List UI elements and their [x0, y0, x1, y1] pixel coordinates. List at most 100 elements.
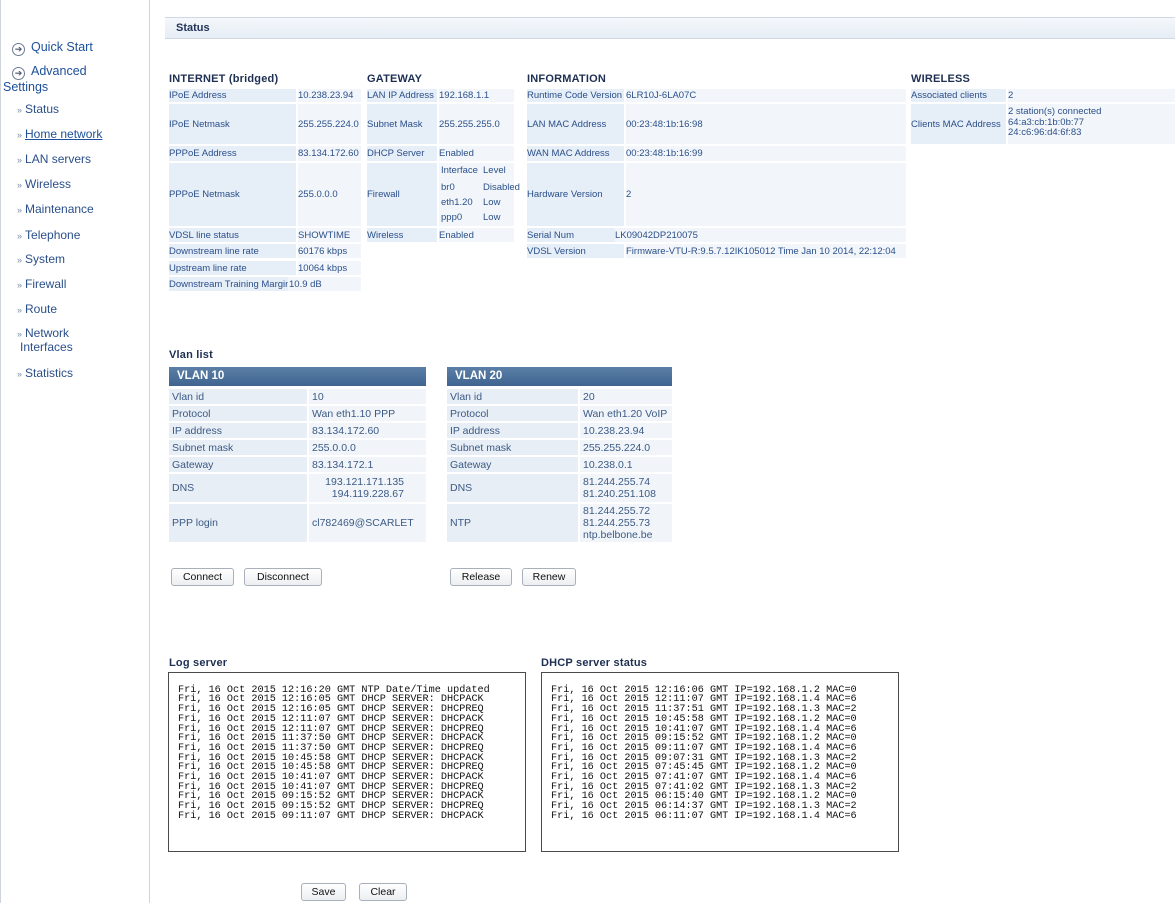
clear-button[interactable]: Clear	[359, 883, 407, 901]
sidebar-item-home-network[interactable]: » Home network	[1, 127, 149, 141]
dhcp-status-textarea[interactable]: Fri, 16 Oct 2015 12:16:06 GMT IP=192.168…	[541, 672, 899, 852]
double-chevron-icon: »	[17, 180, 23, 190]
vlan-list-title: Vlan list	[169, 349, 213, 361]
vlan20-ntp-3: ntp.belbone.be	[583, 529, 653, 541]
fw-head-interface: Interface	[441, 165, 478, 176]
associated-clients-label: Associated clients	[911, 89, 1006, 102]
page-title: Status	[176, 22, 210, 34]
vlan10-label: Vlan id	[169, 389, 307, 404]
sidebar-advanced-settings[interactable]: ➔ Advanced Settings	[1, 64, 149, 94]
fw-row-iface: ppp0	[441, 212, 463, 223]
lan-mac-value: 00:23:48:1b:16:98	[626, 104, 906, 144]
firewall-label: Firewall	[367, 163, 437, 226]
vlan10-header: VLAN 10	[169, 367, 426, 386]
vlan10-label: Subnet mask	[169, 440, 307, 455]
sidebar-item-firewall[interactable]: » Firewall	[1, 277, 149, 291]
double-chevron-icon: »	[17, 369, 23, 379]
sidebar-item-label: Statistics	[25, 366, 74, 380]
wireless-section-title: WIRELESS	[911, 73, 971, 85]
clients-mac-line: 24:c6:96:d4:6f:83	[1008, 127, 1082, 138]
gateway-section-title: GATEWAY	[367, 73, 423, 85]
wireless-label: Wireless	[367, 228, 437, 242]
vlan20-dns-2: 81.240.251.108	[583, 488, 656, 500]
clients-mac-value: 2 station(s) connected 64:a3:cb:1b:0b:77…	[1008, 104, 1175, 144]
wireless-value: Enabled	[439, 228, 514, 242]
vlan10-dns-1: 193.121.171.135	[325, 476, 404, 488]
log-server-textarea[interactable]: Fri, 16 Oct 2015 12:16:20 GMT NTP Date/T…	[168, 672, 526, 852]
hardware-version-label: Hardware Version	[527, 163, 624, 226]
sidebar-item-route[interactable]: » Route	[1, 302, 149, 316]
double-chevron-icon: »	[17, 205, 23, 215]
lan-mac-label: LAN MAC Address	[527, 104, 624, 144]
sidebar-item-label: Route	[25, 302, 58, 316]
sidebar-item-wireless[interactable]: » Wireless	[1, 177, 149, 191]
page-header: Status	[165, 17, 1175, 39]
information-section-title: INFORMATION	[527, 73, 606, 85]
sidebar-item-label: Telephone	[25, 228, 81, 242]
sidebar-item-lan-servers[interactable]: » LAN servers	[1, 152, 149, 166]
ipoe-netmask-label: IPoE Netmask	[169, 104, 296, 144]
fw-head-level: Level	[483, 165, 506, 176]
vlan10-value: cl782469@SCARLET	[309, 504, 426, 542]
sidebar-item-statistics[interactable]: » Statistics	[1, 366, 149, 380]
serial-num-label: Serial Num	[527, 228, 624, 242]
ipoe-netmask-value: 255.255.224.0	[298, 104, 361, 144]
double-chevron-icon: »	[17, 155, 23, 165]
vlan10-label: Gateway	[169, 457, 307, 472]
vlan20-dns-1: 81.244.255.74	[583, 476, 651, 488]
ipoe-address-label: IPoE Address	[169, 89, 296, 102]
double-chevron-icon: »	[17, 231, 23, 241]
sidebar-item-status[interactable]: » Status	[1, 102, 149, 116]
ipoe-address-value: 10.238.23.94	[298, 89, 361, 102]
sidebar-advanced-label-2: Settings	[3, 80, 49, 94]
renew-button[interactable]: Renew	[522, 568, 576, 586]
clients-mac-line: 2 station(s) connected	[1008, 106, 1102, 117]
release-button[interactable]: Release	[450, 568, 512, 586]
vlan20-label: Vlan id	[447, 389, 578, 404]
serial-num-value: LK09042DP210075	[615, 228, 906, 242]
double-chevron-icon: »	[17, 105, 23, 115]
vlan10-label: DNS	[169, 474, 307, 502]
runtime-version-value: 6LR10J-6LA07C	[626, 89, 906, 102]
vlan20-value: 255.255.224.0	[580, 440, 672, 455]
lan-ip-label: LAN IP Address	[367, 89, 437, 102]
downstream-rate-value: 60176 kbps	[298, 244, 361, 258]
sidebar-item-maintenance[interactable]: » Maintenance	[1, 202, 149, 216]
arrow-circle-icon: ➔	[12, 67, 25, 80]
double-chevron-icon: »	[17, 255, 23, 265]
vlan20-label: Gateway	[447, 457, 578, 472]
sidebar-item-label: Maintenance	[25, 202, 94, 216]
disconnect-button[interactable]: Disconnect	[244, 568, 322, 586]
sidebar-item-network-interfaces[interactable]: » Network Interfaces	[1, 326, 149, 354]
vlan20-value: 20	[580, 389, 672, 404]
sidebar-advanced-label: Advanced	[31, 64, 87, 78]
double-chevron-icon: »	[17, 280, 23, 290]
sidebar-item-label: LAN servers	[25, 152, 92, 166]
vlan10-value: 83.134.172.1	[309, 457, 426, 472]
vlan10-label: Protocol	[169, 406, 307, 421]
vlan20-label: IP address	[447, 423, 578, 438]
vlan20-value: 81.244.255.72 81.244.255.73 ntp.belbone.…	[580, 504, 672, 542]
log-line: Fri, 16 Oct 2015 09:11:07 GMT DHCP SERVE…	[178, 810, 484, 822]
vlan10-label: IP address	[169, 423, 307, 438]
vlan20-value: 10.238.23.94	[580, 423, 672, 438]
vlan20-header: VLAN 20	[447, 367, 672, 386]
vlan10-value: 255.0.0.0	[309, 440, 426, 455]
sidebar-item-label: Network	[25, 326, 70, 340]
vdsl-version-label: VDSL Version	[527, 244, 624, 258]
hardware-version-value: 2	[626, 163, 906, 226]
sidebar: ➔ Quick Start ➔ Advanced Settings » Status …	[0, 0, 150, 903]
sidebar-quick-start[interactable]: ➔ Quick Start	[1, 40, 149, 56]
vdsl-version-value: Firmware-VTU-R:9.5.7.12IK105012 Time Jan…	[626, 244, 906, 258]
clients-mac-label: Clients MAC Address	[911, 104, 1006, 144]
runtime-version-label: Runtime Code Version	[527, 89, 624, 102]
connect-button[interactable]: Connect	[171, 568, 234, 586]
sidebar-item-system[interactable]: » System	[1, 252, 149, 266]
sidebar-item-telephone[interactable]: » Telephone	[1, 228, 149, 242]
downstream-rate-label: Downstream line rate	[169, 244, 296, 258]
pppoe-address-label: PPPoE Address	[169, 146, 296, 161]
save-button[interactable]: Save	[301, 883, 346, 901]
vlan10-value: 193.121.171.135 194.119.228.67	[309, 474, 426, 502]
downstream-margin-label: Downstream Training Margin	[169, 277, 296, 291]
sidebar-item-label: Wireless	[25, 177, 72, 191]
